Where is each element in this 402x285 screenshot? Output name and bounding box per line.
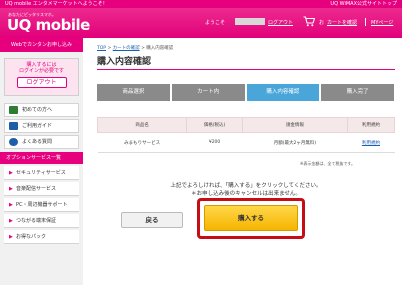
sidebar-item-label: ご利用ガイド bbox=[22, 123, 53, 129]
header: あなたにピッタリスマホ。 UQ mobile ようこそ ログアウト お カートを… bbox=[0, 8, 402, 38]
options-section-header: オプションサービス一覧 bbox=[0, 152, 83, 164]
table-header-row: 商品名 価格(税込) 請金情報 利用規約 bbox=[96, 117, 396, 133]
sidebar-item-music[interactable]: ▶ 音楽配信サービス bbox=[4, 182, 79, 196]
sidebar-item-label: 音楽配信サービス bbox=[16, 186, 57, 192]
top-bar: UQ mobile エンタメマーケットへようこそ！ UQ WiMAX公式サイトト… bbox=[0, 0, 402, 8]
sidebar-logout-button[interactable]: ログアウト bbox=[16, 77, 67, 88]
sidebar-item-label: セキュリティサービス bbox=[16, 170, 66, 176]
sidebar-item-guide[interactable]: ご利用ガイド bbox=[4, 119, 79, 133]
beginner-mark-icon bbox=[9, 106, 18, 114]
question-icon bbox=[9, 138, 18, 146]
cell-price: ¥200 bbox=[186, 132, 243, 153]
sidebar-item-label: お得なパック bbox=[16, 234, 47, 240]
step-complete: 購入完了 bbox=[321, 84, 394, 101]
col-price: 価格(税込) bbox=[186, 117, 243, 133]
sidebar-item-pc-support[interactable]: ▶ PC・周辺機器サポート bbox=[4, 198, 79, 212]
site-welcome: UQ mobile エンタメマーケットへようこそ！ bbox=[5, 1, 108, 7]
breadcrumb: TOP > カートの確認 > 購入内容確認 bbox=[97, 45, 173, 51]
sidebar-item-device-guarantee[interactable]: ▶ つながる端末保証 bbox=[4, 214, 79, 228]
sidebar-item-label: よくある質問 bbox=[22, 139, 53, 145]
sidebar-item-label: つながる端末保証 bbox=[16, 218, 57, 224]
sidebar-item-label: PC・周辺機器サポート bbox=[16, 202, 68, 208]
breadcrumb-top[interactable]: TOP bbox=[97, 46, 106, 51]
sidebar-item-label: 初めての方へ bbox=[22, 107, 53, 113]
step-indicator: 商品選択 カート内 購入内容確認 購入完了 bbox=[97, 84, 394, 101]
confirm-line-1: 上記でよろしければ、「購入する」をクリックしてください。 bbox=[170, 183, 322, 189]
chevron-right-icon: ▶ bbox=[9, 234, 13, 240]
login-hint-2: ログインが必要です bbox=[18, 68, 64, 74]
chevron-right-icon: ▶ bbox=[9, 186, 13, 192]
cart-prefix: お bbox=[319, 20, 325, 26]
buy-button[interactable]: 購入する bbox=[204, 205, 298, 231]
chevron-right-icon: ▶ bbox=[9, 170, 13, 176]
sidebar-tagline: Webでカンタンお申し込み bbox=[0, 38, 83, 52]
chevron-right-icon: ▶ bbox=[9, 202, 13, 208]
price-note: ※表示金額は、全て税抜です。 bbox=[300, 161, 355, 166]
official-site-link[interactable]: UQ WiMAX公式サイトトップ bbox=[330, 0, 397, 8]
sidebar-item-faq[interactable]: よくある質問 bbox=[4, 135, 79, 149]
col-product: 商品名 bbox=[96, 117, 188, 133]
header-divider bbox=[365, 18, 366, 26]
step-cart: カート内 bbox=[171, 84, 245, 101]
cell-product: みまもりサービス bbox=[97, 132, 187, 153]
logo[interactable]: UQ mobile bbox=[7, 17, 90, 33]
book-icon bbox=[9, 122, 18, 130]
step-confirm: 購入内容確認 bbox=[246, 84, 320, 101]
terms-link[interactable]: 利用規約 bbox=[347, 132, 395, 153]
cart-icon[interactable] bbox=[303, 16, 315, 27]
sidebar-item-packs[interactable]: ▶ お得なパック bbox=[4, 230, 79, 244]
cell-billing: 月額(最大2ヶ月無料) bbox=[242, 132, 348, 153]
col-billing: 請金情報 bbox=[241, 117, 348, 133]
breadcrumb-sep: > bbox=[106, 46, 113, 51]
confirm-message: 上記でよろしければ、「購入する」をクリックしてください。 ＊お申し込み後のキャン… bbox=[97, 182, 395, 198]
table-row: みまもりサービス ¥200 月額(最大2ヶ月無料) 利用規約 bbox=[97, 132, 395, 153]
welcome-text: ようこそ bbox=[205, 20, 226, 26]
login-box: 購入するには ログインが必要です ログアウト bbox=[4, 58, 79, 96]
sidebar: Webでカンタンお申し込み 購入するには ログインが必要です ログアウト 初めて… bbox=[0, 38, 83, 285]
sidebar-item-beginners[interactable]: 初めての方へ bbox=[4, 103, 79, 117]
logout-link[interactable]: ログアウト bbox=[268, 19, 293, 26]
purchase-table: 商品名 価格(税込) 請金情報 利用規約 みまもりサービス ¥200 月額(最大… bbox=[96, 117, 396, 153]
breadcrumb-cart[interactable]: カートの確認 bbox=[113, 46, 140, 51]
cart-link[interactable]: カートを確認 bbox=[327, 19, 357, 26]
confirm-line-2: ＊お申し込み後のキャンセルは出来ません。 bbox=[191, 191, 301, 197]
user-name-masked bbox=[235, 18, 265, 25]
sidebar-item-security[interactable]: ▶ セキュリティサービス bbox=[4, 166, 79, 180]
mypage-link[interactable]: MYページ bbox=[371, 19, 393, 26]
back-button[interactable]: 戻る bbox=[121, 212, 183, 228]
step-select: 商品選択 bbox=[97, 84, 170, 101]
breadcrumb-current: 購入内容確認 bbox=[146, 46, 174, 51]
col-terms: 利用規約 bbox=[346, 117, 396, 133]
page-title: 購入内容確認 bbox=[97, 55, 395, 70]
sidebar-menu: 初めての方へ ご利用ガイド よくある質問 bbox=[0, 103, 83, 149]
chevron-right-icon: ▶ bbox=[9, 218, 13, 224]
